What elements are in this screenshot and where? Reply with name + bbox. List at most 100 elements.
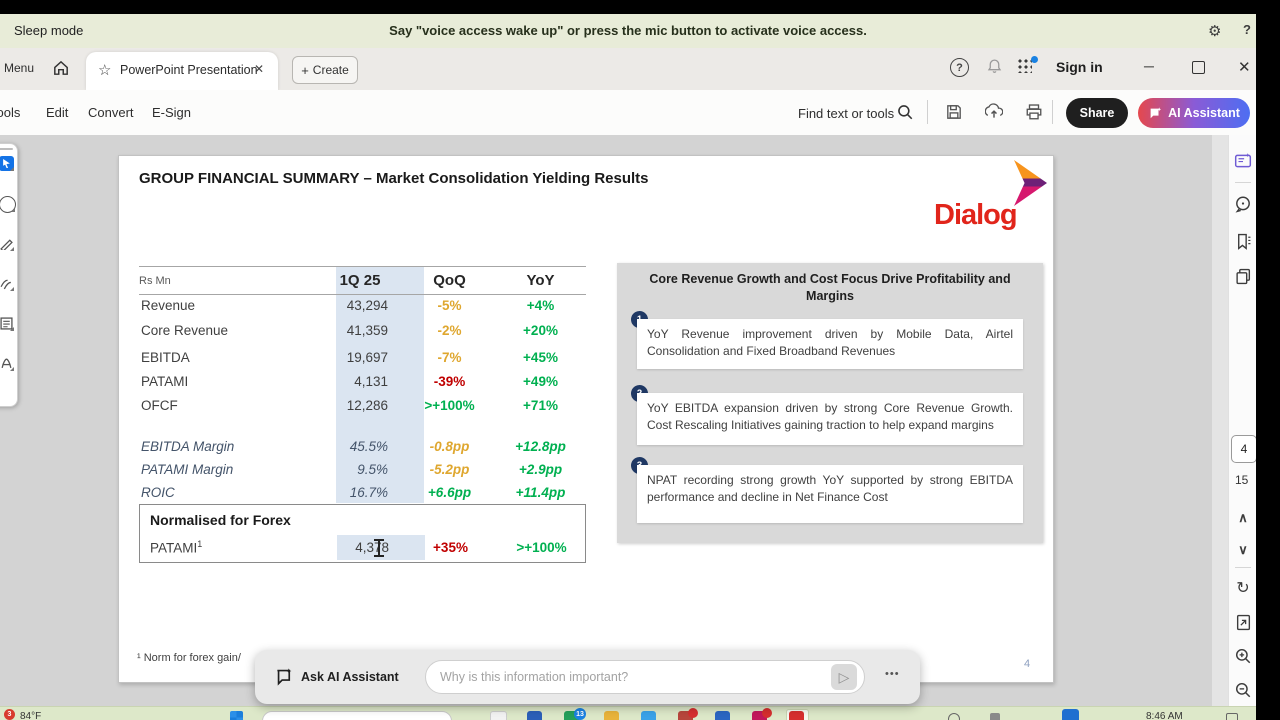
help-icon[interactable]: ?: [1243, 22, 1251, 37]
col-qoq: QoQ: [404, 272, 495, 289]
right-sidebar: 4 15 ∧ ∨ ↻: [1228, 135, 1257, 706]
table-row-normalised: PATAMI1 4,378 +35% >+100%: [140, 535, 587, 560]
close-icon[interactable]: ✕: [1238, 58, 1251, 76]
more-options-icon[interactable]: •••: [885, 668, 900, 680]
ai-summary-icon[interactable]: [1232, 150, 1254, 172]
tray-icon-3[interactable]: [1226, 713, 1238, 720]
gear-icon[interactable]: ⚙: [1208, 22, 1221, 40]
panel-title: Core Revenue Growth and Cost Focus Drive…: [637, 271, 1023, 305]
text-cursor: [378, 541, 380, 555]
scrollbar-track[interactable]: [1212, 135, 1228, 706]
rotate-icon[interactable]: ↻: [1232, 577, 1254, 599]
plus-icon: +: [301, 63, 309, 78]
select-tool-active[interactable]: [0, 156, 14, 171]
taskbar-app-7[interactable]: [715, 711, 730, 720]
taskbar-app-1[interactable]: [490, 711, 507, 720]
tool-icon-5[interactable]: [0, 356, 14, 371]
table-row-margin: ROIC 16.7% +6.6pp +11.4pp: [139, 481, 586, 504]
search-icon[interactable]: [896, 103, 914, 121]
table-unit: Rs Mn: [139, 275, 316, 287]
weather-badge: 3: [4, 709, 15, 720]
apps-grid-icon[interactable]: [1018, 59, 1032, 73]
star-icon[interactable]: ☆: [98, 61, 111, 79]
weather-widget[interactable]: 84°F: [20, 711, 41, 720]
minimize-icon[interactable]: ─: [1144, 58, 1154, 74]
ai-assistant-button[interactable]: AI Assistant: [1138, 98, 1250, 128]
slide-title: GROUP FINANCIAL SUMMARY – Market Consoli…: [139, 170, 649, 187]
menu-button[interactable]: Menu: [4, 61, 34, 75]
upload-icon[interactable]: [985, 103, 1003, 121]
normalised-forex-box: Normalised for Forex PATAMI1 4,378 +35% …: [139, 504, 586, 563]
dialog-logo: Dialog: [934, 164, 1052, 232]
tool-icon-3[interactable]: [0, 276, 14, 291]
create-button[interactable]: + Create: [292, 56, 358, 84]
taskbar-app-acrobat-active[interactable]: [789, 711, 804, 720]
page-number-input[interactable]: 4: [1231, 435, 1257, 463]
share-button[interactable]: Share: [1066, 98, 1128, 128]
dialog-logo-text: Dialog: [934, 199, 1017, 232]
dialog-logo-chevron-icon: [1014, 160, 1047, 206]
tool-icon-1[interactable]: [0, 196, 16, 213]
print-icon[interactable]: [1025, 103, 1043, 121]
panel-item-3: NPAT recording strong growth YoY support…: [637, 465, 1023, 523]
edit-menu[interactable]: Edit: [46, 105, 68, 120]
taskbar-badge-dot: [688, 708, 698, 718]
tool-icon-2[interactable]: [0, 236, 14, 251]
convert-menu[interactable]: Convert: [88, 105, 134, 120]
drag-handle[interactable]: [0, 148, 13, 150]
page-up-icon[interactable]: ∧: [1232, 507, 1254, 529]
table-row: OFCF 12,286 >+100% +71%: [139, 393, 586, 418]
taskbar-app-4[interactable]: [604, 711, 619, 720]
comment-icon[interactable]: [1232, 193, 1254, 215]
tab-title: PowerPoint Presentation: [120, 63, 258, 77]
app-toolbar: Tools Edit Convert E-Sign Find text or t…: [0, 90, 1256, 136]
help-circle-icon[interactable]: ?: [950, 58, 969, 77]
tray-teams-icon[interactable]: [1062, 709, 1079, 720]
esign-menu[interactable]: E-Sign: [152, 105, 191, 120]
tab-powerpoint-presentation[interactable]: ☆ PowerPoint Presentation ✕: [86, 52, 278, 90]
close-tab-icon[interactable]: ✕: [254, 62, 264, 76]
tab-bar: Menu ☆ PowerPoint Presentation ✕ + Creat…: [0, 48, 1256, 90]
ask-ai-input[interactable]: [425, 660, 865, 694]
send-icon[interactable]: ▷: [831, 664, 857, 690]
table-header-row: Rs Mn 1Q 25 QoQ YoY: [139, 266, 586, 295]
table-row-margin: PATAMI Margin 9.5% -5.2pp +2.9pp: [139, 458, 586, 481]
zoom-in-icon[interactable]: [1232, 645, 1254, 667]
ask-ai-label: Ask AI Assistant: [301, 670, 399, 684]
quick-tools-panel: [0, 143, 18, 407]
tools-menu[interactable]: Tools: [0, 105, 20, 120]
ai-chat-icon: [275, 667, 294, 686]
divider: [1052, 100, 1053, 124]
divider: [927, 100, 928, 124]
col-yoy: YoY: [495, 272, 586, 289]
commentary-panel: Core Revenue Growth and Cost Focus Drive…: [617, 263, 1043, 543]
windows-start-icon[interactable]: [230, 711, 243, 720]
page-down-icon[interactable]: ∨: [1232, 539, 1254, 561]
tray-icon-2[interactable]: [990, 713, 1000, 720]
tray-icon-1[interactable]: [948, 713, 960, 720]
table-row: Core Revenue 41,359 -2% +20%: [139, 318, 586, 343]
bell-icon[interactable]: [986, 58, 1003, 75]
voice-access-bar: Sleep mode Say "voice access wake up" or…: [0, 14, 1256, 49]
bookmark-icon[interactable]: [1232, 230, 1254, 252]
home-icon[interactable]: [52, 59, 70, 77]
find-label[interactable]: Find text or tools: [798, 106, 894, 121]
col-1q25: 1Q 25: [316, 272, 404, 289]
table-row-margin: EBITDA Margin 45.5% -0.8pp +12.8pp: [139, 435, 586, 458]
taskbar-search-input[interactable]: [262, 711, 452, 720]
taskbar-badge-13: 13: [574, 708, 586, 720]
zoom-out-icon[interactable]: [1232, 679, 1254, 701]
restore-icon[interactable]: [1192, 61, 1205, 74]
taskbar-app-5[interactable]: [641, 711, 656, 720]
sign-in-button[interactable]: Sign in: [1056, 59, 1103, 75]
slide-page: GROUP FINANCIAL SUMMARY – Market Consoli…: [118, 155, 1054, 683]
fit-page-icon[interactable]: [1232, 611, 1254, 633]
text-cursor-top: [374, 539, 384, 541]
text-cursor-bottom: [374, 555, 384, 557]
taskbar-clock[interactable]: 8:46 AM: [1146, 711, 1183, 720]
pages-icon[interactable]: [1232, 265, 1254, 287]
taskbar-app-2[interactable]: [527, 711, 542, 720]
voice-access-message: Say "voice access wake up" or press the …: [0, 23, 1256, 38]
save-icon[interactable]: [945, 103, 963, 121]
tool-icon-4[interactable]: [0, 316, 14, 331]
